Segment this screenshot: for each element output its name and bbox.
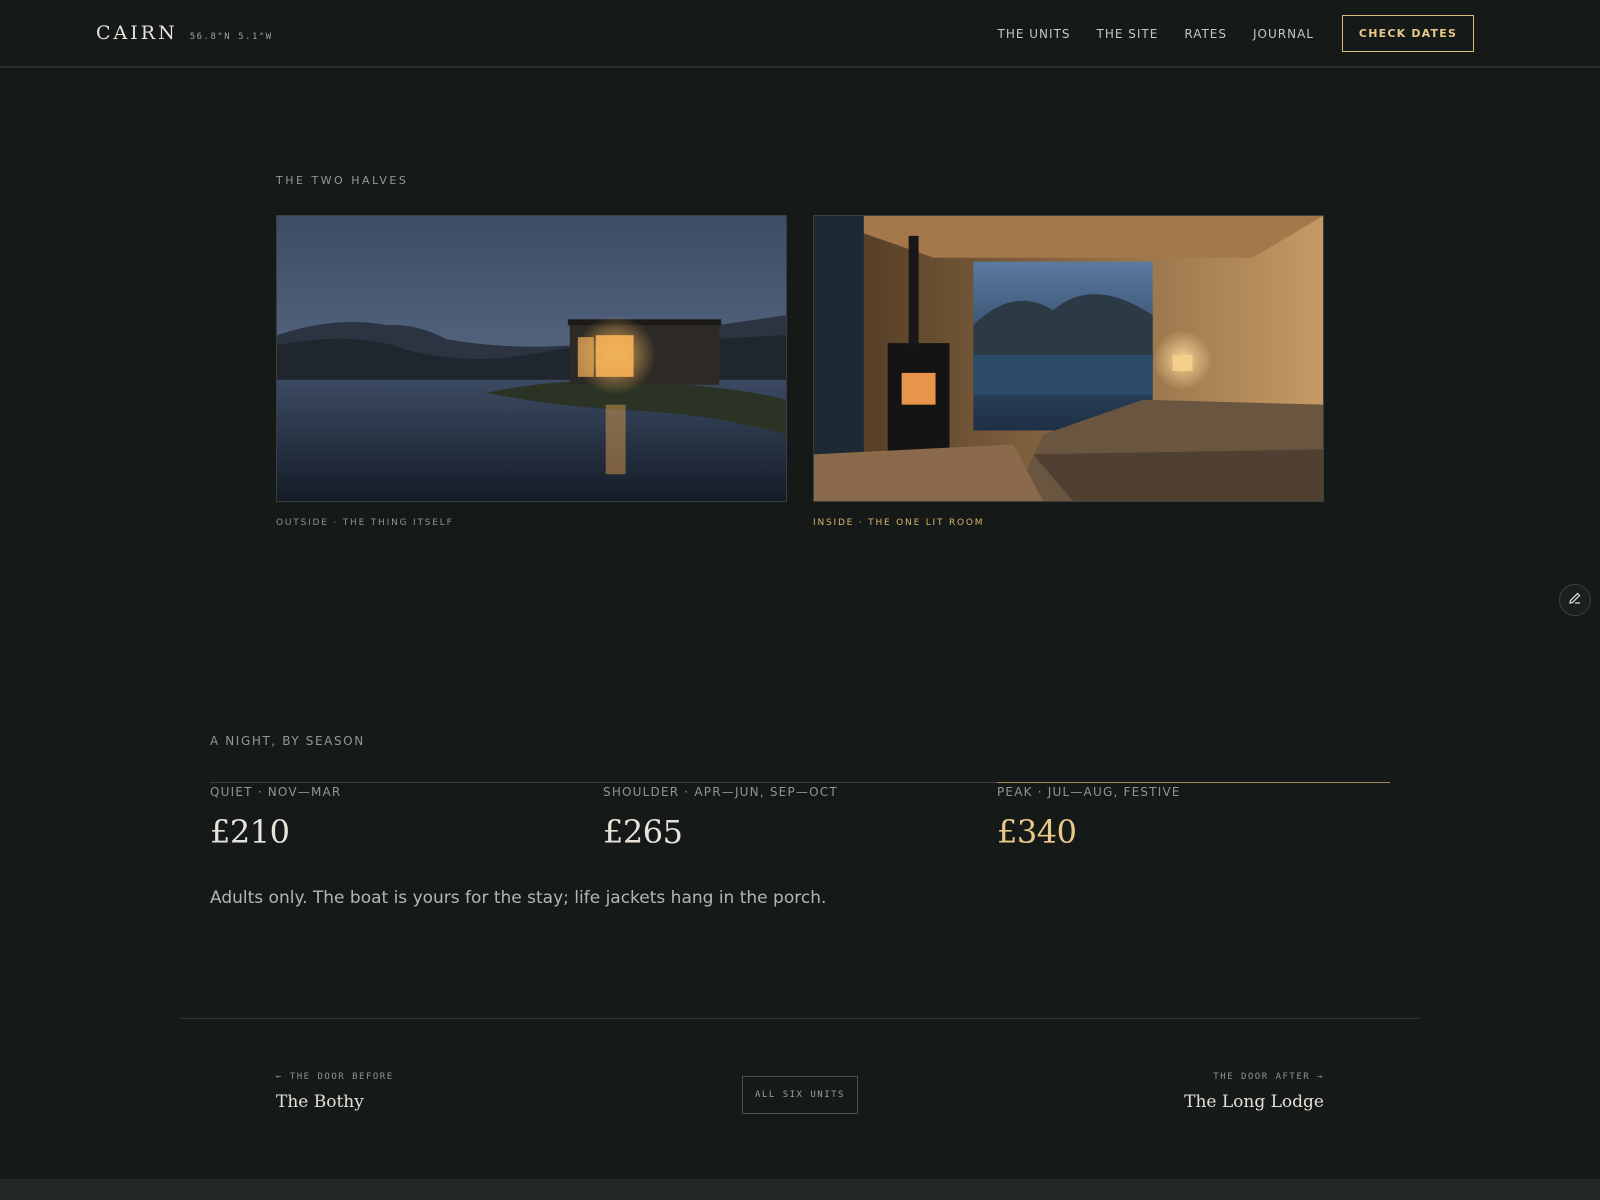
previous-unit-link[interactable]: ← THE DOOR BEFORE The Bothy xyxy=(276,1072,394,1112)
inside-photo xyxy=(813,215,1324,502)
previous-unit-label: ← THE DOOR BEFORE xyxy=(276,1072,394,1082)
season-peak: PEAK · JUL—AUG, FESTIVE £340 xyxy=(997,785,1181,851)
next-unit-link[interactable]: THE DOOR AFTER → The Long Lodge xyxy=(1184,1072,1324,1112)
season-price: £210 xyxy=(210,813,290,851)
nav-the-units[interactable]: THE UNITS xyxy=(998,27,1071,41)
brand-coordinates: 56.8°N 5.1°W xyxy=(189,32,273,42)
season-label: QUIET · NOV—MAR xyxy=(210,785,342,799)
next-unit-label: THE DOOR AFTER → xyxy=(1213,1072,1324,1082)
all-units-button[interactable]: ALL SIX UNITS xyxy=(742,1076,858,1114)
inside-caption: INSIDE · THE ONE LIT ROOM xyxy=(813,518,985,528)
pager-divider xyxy=(180,1018,1420,1019)
nav-journal[interactable]: JOURNAL xyxy=(1253,27,1314,41)
season-quiet: QUIET · NOV—MAR £210 xyxy=(210,785,341,851)
main-nav: THE UNITS THE SITE RATES JOURNAL CHECK D… xyxy=(998,15,1474,52)
edit-button[interactable] xyxy=(1559,584,1591,616)
season-price: £340 xyxy=(997,813,1077,851)
nav-rates[interactable]: RATES xyxy=(1184,27,1227,41)
footer-band xyxy=(0,1179,1600,1200)
season-shoulder: SHOULDER · APR—JUN, SEP—OCT £265 xyxy=(603,785,838,851)
rates-note: Adults only. The boat is yours for the s… xyxy=(210,888,827,908)
check-dates-button[interactable]: CHECK DATES xyxy=(1342,15,1474,52)
outside-photo xyxy=(276,215,787,502)
rates-heading: A NIGHT, BY SEASON xyxy=(210,734,365,748)
peak-highlight-rule xyxy=(997,782,1390,783)
season-label: SHOULDER · APR—JUN, SEP—OCT xyxy=(603,785,838,799)
outside-caption: OUTSIDE · THE THING ITSELF xyxy=(276,518,454,528)
pencil-icon xyxy=(1568,591,1582,610)
halves-heading: THE TWO HALVES xyxy=(276,174,409,187)
previous-unit-name: The Bothy xyxy=(276,1092,364,1112)
site-header: CAIRN 56.8°N 5.1°W THE UNITS THE SITE RA… xyxy=(0,0,1600,68)
next-unit-name: The Long Lodge xyxy=(1184,1092,1324,1112)
brand[interactable]: CAIRN 56.8°N 5.1°W xyxy=(96,22,273,44)
season-price: £265 xyxy=(603,813,683,851)
nav-the-site[interactable]: THE SITE xyxy=(1097,27,1159,41)
season-label: PEAK · JUL—AUG, FESTIVE xyxy=(997,785,1181,799)
brand-name[interactable]: CAIRN xyxy=(96,22,178,44)
